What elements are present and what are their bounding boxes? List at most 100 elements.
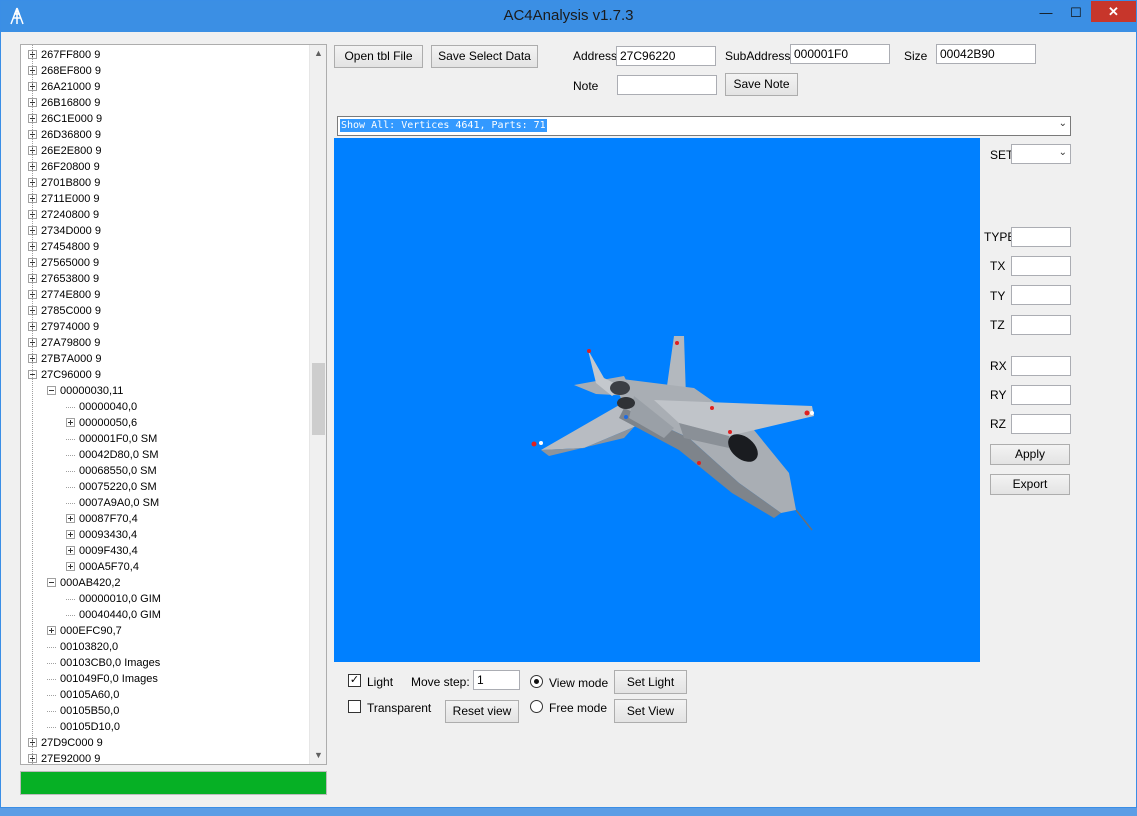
expand-icon[interactable] — [66, 561, 75, 571]
progress-fill — [21, 772, 326, 794]
tree-item[interactable]: 00000040,0 — [66, 399, 137, 415]
tree-item[interactable]: 001049F0,0 Images — [47, 671, 158, 687]
close-button[interactable]: ✕ — [1091, 1, 1136, 22]
tree-item-label: 001049F0,0 Images — [60, 673, 158, 685]
tree-item[interactable]: 00105B50,0 — [47, 703, 119, 719]
tree-item[interactable]: 00000050,6 — [66, 415, 137, 431]
note-field[interactable] — [617, 75, 717, 95]
expand-icon[interactable] — [66, 513, 75, 523]
tz-field[interactable] — [1011, 315, 1071, 335]
export-button[interactable]: Export — [990, 474, 1070, 495]
ty-field[interactable] — [1011, 285, 1071, 305]
tree-item[interactable]: 00040440,0 GIM — [66, 607, 161, 623]
tree-item[interactable]: 2701B800 9 — [28, 175, 100, 191]
tree-item[interactable]: 000AB420,2 — [47, 575, 121, 591]
model-viewport[interactable] — [334, 138, 980, 662]
tree-item-label: 27565000 9 — [41, 257, 100, 269]
tree-item[interactable]: 27454800 9 — [28, 239, 99, 255]
expand-icon[interactable] — [66, 417, 75, 427]
rz-field[interactable] — [1011, 414, 1071, 434]
maximize-button[interactable]: ☐ — [1064, 5, 1088, 27]
taskbar-strip — [0, 808, 1137, 816]
tree-item[interactable]: 000EFC90,7 — [47, 623, 122, 639]
collapse-icon[interactable] — [47, 577, 56, 587]
chevron-down-icon[interactable]: ⌄ — [1059, 118, 1067, 129]
tree-item[interactable]: 0009F430,4 — [66, 543, 138, 559]
tree-item[interactable]: 00105D10,0 — [47, 719, 120, 735]
address-label: Address — [573, 49, 618, 63]
save-select-data-button[interactable]: Save Select Data — [431, 45, 538, 68]
expand-icon[interactable] — [47, 625, 56, 635]
reset-view-button[interactable]: Reset view — [445, 700, 519, 723]
view-mode-radio[interactable] — [530, 675, 543, 688]
tree-item[interactable]: 27240800 9 — [28, 207, 99, 223]
expand-icon[interactable] — [66, 545, 75, 555]
save-note-button[interactable]: Save Note — [725, 73, 798, 96]
tree-item[interactable]: 2774E800 9 — [28, 287, 100, 303]
tree-item[interactable]: 000001F0,0 SM — [66, 431, 157, 447]
tree-item[interactable]: 2785C000 9 — [28, 303, 101, 319]
tree-item[interactable]: 00105A60,0 — [47, 687, 119, 703]
light-checkbox[interactable]: ✓ — [348, 674, 361, 687]
tx-field[interactable] — [1011, 256, 1071, 276]
tree-item[interactable]: 2711E000 9 — [28, 191, 100, 207]
tree-item[interactable]: 26B16800 9 — [28, 95, 100, 111]
subaddress-field[interactable]: 000001F0 — [790, 44, 890, 64]
collapse-icon[interactable] — [47, 385, 56, 395]
rx-field[interactable] — [1011, 356, 1071, 376]
tree-item[interactable]: 26D36800 9 — [28, 127, 101, 143]
tree-scrollbar[interactable]: ▲ ▼ — [309, 45, 326, 764]
tree-item[interactable]: 27D9C000 9 — [28, 735, 103, 751]
tree-item-label: 00000030,11 — [60, 385, 124, 397]
address-field[interactable]: 27C96220 — [616, 46, 716, 66]
expand-icon[interactable] — [66, 529, 75, 539]
minimize-button[interactable]: — — [1031, 5, 1061, 27]
tree-item[interactable]: 26F20800 9 — [28, 159, 100, 175]
ry-field[interactable] — [1011, 385, 1071, 405]
tree-item-label: 27D9C000 9 — [41, 737, 103, 749]
title-bar[interactable]: AC4Analysis v1.7.3 — ☐ ✕ — [1, 1, 1136, 32]
free-mode-radio[interactable] — [530, 700, 543, 713]
tree-item[interactable]: 00093430,4 — [66, 527, 137, 543]
set-combobox[interactable]: ⌄ — [1011, 144, 1071, 164]
tree-item[interactable]: 000A5F70,4 — [66, 559, 139, 575]
tree-item[interactable]: 26A21000 9 — [28, 79, 100, 95]
tree-item[interactable]: 27C96000 9 — [28, 367, 101, 383]
tree-item[interactable]: 27A79800 9 — [28, 335, 100, 351]
transparent-checkbox[interactable] — [348, 700, 361, 713]
tree-item[interactable]: 0007A9A0,0 SM — [66, 495, 159, 511]
scroll-thumb[interactable] — [312, 363, 325, 435]
checkmark-icon: ✓ — [349, 674, 360, 686]
tree-item[interactable]: 27B7A000 9 — [28, 351, 102, 367]
scroll-down-icon[interactable]: ▼ — [310, 747, 326, 764]
parts-combobox[interactable]: Show All: Vertices 4641, Parts: 71 ⌄ — [337, 116, 1071, 136]
tree-item[interactable]: 00042D80,0 SM — [66, 447, 159, 463]
file-tree[interactable]: 267FF800 9 268EF800 9 26A21000 9 26B16800 9… — [20, 44, 327, 765]
tree-item[interactable]: 00087F70,4 — [66, 511, 138, 527]
tree-item[interactable]: 00103820,0 — [47, 639, 118, 655]
tree-item[interactable]: 00103CB0,0 Images — [47, 655, 160, 671]
tree-item[interactable]: 00068550,0 SM — [66, 463, 157, 479]
tree-item[interactable]: 27653800 9 — [28, 271, 99, 287]
tree-item[interactable]: 267FF800 9 — [28, 47, 100, 63]
open-tbl-file-button[interactable]: Open tbl File — [334, 45, 423, 68]
set-view-button[interactable]: Set View — [614, 699, 687, 723]
tree-item[interactable]: 00000010,0 GIM — [66, 591, 161, 607]
size-field[interactable]: 00042B90 — [936, 44, 1036, 64]
chevron-down-icon[interactable]: ⌄ — [1059, 147, 1067, 158]
tree-item[interactable]: 2734D000 9 — [28, 223, 101, 239]
tree-item[interactable]: 26C1E000 9 — [28, 111, 102, 127]
tree-item[interactable]: 00000030,11 — [47, 383, 123, 399]
apply-button[interactable]: Apply — [990, 444, 1070, 465]
type-field[interactable] — [1011, 227, 1071, 247]
set-light-button[interactable]: Set Light — [614, 670, 687, 694]
app-window: AC4Analysis v1.7.3 — ☐ ✕ 267FF800 9 268EF… — [0, 0, 1137, 808]
tree-item[interactable]: 26E2E800 9 — [28, 143, 102, 159]
scroll-up-icon[interactable]: ▲ — [310, 45, 326, 62]
move-step-field[interactable]: 1 — [473, 670, 520, 690]
tree-item[interactable]: 27E92000 9 — [28, 751, 100, 764]
tree-item[interactable]: 27565000 9 — [28, 255, 99, 271]
tree-item[interactable]: 00075220,0 SM — [66, 479, 157, 495]
tree-item[interactable]: 27974000 9 — [28, 319, 99, 335]
tree-item[interactable]: 268EF800 9 — [28, 63, 101, 79]
